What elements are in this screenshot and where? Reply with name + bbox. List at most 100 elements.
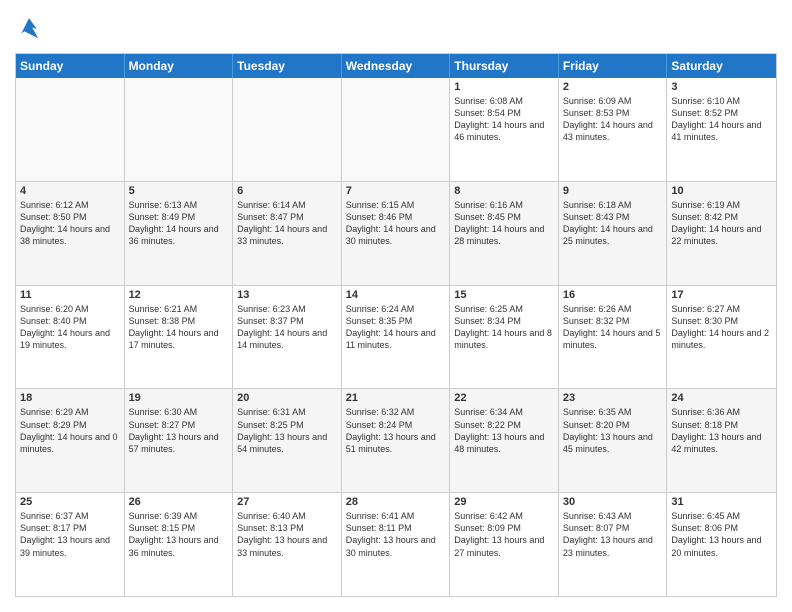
calendar-day-18: 18 Sunrise: 6:29 AM Sunset: 8:29 PM Dayli… <box>16 389 125 492</box>
calendar-empty-cell <box>125 78 234 181</box>
calendar-header-tuesday: Tuesday <box>233 54 342 78</box>
day-number: 12 <box>129 289 229 301</box>
day-info: Sunrise: 6:09 AM Sunset: 8:53 PM Dayligh… <box>563 95 663 144</box>
logo-bird-icon <box>15 15 43 43</box>
calendar-day-13: 13Sunrise: 6:23 AM Sunset: 8:37 PM Dayli… <box>233 286 342 389</box>
logo <box>15 15 47 43</box>
calendar-day-9: 9Sunrise: 6:18 AM Sunset: 8:43 PM Daylig… <box>559 182 668 285</box>
calendar-header-friday: Friday <box>559 54 668 78</box>
day-number: 31 <box>671 496 772 508</box>
day-number: 17 <box>671 289 772 301</box>
calendar-day-30: 30 Sunrise: 6:43 AM Sunset: 8:07 PM Dayli… <box>559 493 668 596</box>
calendar-day-4: 4 Sunrise: 6:12 AM Sunset: 8:50 PM Daylig… <box>16 182 125 285</box>
calendar-day-23: 23 Sunrise: 6:35 AM Sunset: 8:20 PM Dayli… <box>559 389 668 492</box>
page: SundayMondayTuesdayWednesdayThursdayFrid… <box>0 0 792 612</box>
day-info: Sunrise: 6:15 AM Sunset: 8:46 PM Dayligh… <box>346 199 446 248</box>
calendar-day-31: 31 Sunrise: 6:45 AM Sunset: 8:06 PM Dayli… <box>667 493 776 596</box>
calendar-week-3: 11 Sunrise: 6:20 AM Sunset: 8:40 PM Dayli… <box>16 286 776 390</box>
calendar-header-thursday: Thursday <box>450 54 559 78</box>
calendar-header-saturday: Saturday <box>667 54 776 78</box>
day-info: Sunrise: 6:42 AM Sunset: 8:09 PM Dayligh… <box>454 510 554 559</box>
calendar-day-15: 15Sunrise: 6:25 AM Sunset: 8:34 PM Dayli… <box>450 286 559 389</box>
day-info: Sunrise: 6:14 AM Sunset: 8:47 PM Dayligh… <box>237 199 337 248</box>
day-number: 2 <box>563 81 663 93</box>
calendar-header-sunday: Sunday <box>16 54 125 78</box>
day-info: Sunrise: 6:24 AM Sunset: 8:35 PM Dayligh… <box>346 303 446 352</box>
day-info: Sunrise: 6:10 AM Sunset: 8:52 PM Dayligh… <box>671 95 772 144</box>
day-number: 7 <box>346 185 446 197</box>
calendar-empty-cell <box>342 78 451 181</box>
calendar-day-6: 6 Sunrise: 6:14 AM Sunset: 8:47 PM Daylig… <box>233 182 342 285</box>
calendar-day-12: 12 Sunrise: 6:21 AM Sunset: 8:38 PM Dayli… <box>125 286 234 389</box>
day-info: Sunrise: 6:35 AM Sunset: 8:20 PM Dayligh… <box>563 406 663 455</box>
calendar-header-monday: Monday <box>125 54 234 78</box>
calendar-day-17: 17 Sunrise: 6:27 AM Sunset: 8:30 PM Dayli… <box>667 286 776 389</box>
day-info: Sunrise: 6:19 AM Sunset: 8:42 PM Dayligh… <box>671 199 772 248</box>
day-info: Sunrise: 6:30 AM Sunset: 8:27 PM Dayligh… <box>129 406 229 455</box>
calendar-day-2: 2 Sunrise: 6:09 AM Sunset: 8:53 PM Daylig… <box>559 78 668 181</box>
calendar-day-16: 16Sunrise: 6:26 AM Sunset: 8:32 PM Dayli… <box>559 286 668 389</box>
day-number: 20 <box>237 392 337 404</box>
calendar-week-1: 1 Sunrise: 6:08 AM Sunset: 8:54 PM Daylig… <box>16 78 776 182</box>
day-number: 18 <box>20 392 120 404</box>
day-info: Sunrise: 6:20 AM Sunset: 8:40 PM Dayligh… <box>20 303 120 352</box>
day-info: Sunrise: 6:36 AM Sunset: 8:18 PM Dayligh… <box>671 406 772 455</box>
day-number: 25 <box>20 496 120 508</box>
day-number: 4 <box>20 185 120 197</box>
calendar-empty-cell <box>16 78 125 181</box>
day-number: 19 <box>129 392 229 404</box>
day-info: Sunrise: 6:16 AM Sunset: 8:45 PM Dayligh… <box>454 199 554 248</box>
day-number: 11 <box>20 289 120 301</box>
calendar-body: 1 Sunrise: 6:08 AM Sunset: 8:54 PM Daylig… <box>16 78 776 596</box>
day-info: Sunrise: 6:40 AM Sunset: 8:13 PM Dayligh… <box>237 510 337 559</box>
header <box>15 15 777 43</box>
calendar-day-27: 27 Sunrise: 6:40 AM Sunset: 8:13 PM Dayli… <box>233 493 342 596</box>
day-info: Sunrise: 6:34 AM Sunset: 8:22 PM Dayligh… <box>454 406 554 455</box>
day-number: 30 <box>563 496 663 508</box>
day-info: Sunrise: 6:43 AM Sunset: 8:07 PM Dayligh… <box>563 510 663 559</box>
calendar-day-28: 28Sunrise: 6:41 AM Sunset: 8:11 PM Dayli… <box>342 493 451 596</box>
day-info: Sunrise: 6:08 AM Sunset: 8:54 PM Dayligh… <box>454 95 554 144</box>
day-number: 6 <box>237 185 337 197</box>
day-number: 10 <box>671 185 772 197</box>
day-number: 14 <box>346 289 446 301</box>
day-info: Sunrise: 6:12 AM Sunset: 8:50 PM Dayligh… <box>20 199 120 248</box>
calendar-day-10: 10 Sunrise: 6:19 AM Sunset: 8:42 PM Dayli… <box>667 182 776 285</box>
day-info: Sunrise: 6:13 AM Sunset: 8:49 PM Dayligh… <box>129 199 229 248</box>
calendar-empty-cell <box>233 78 342 181</box>
day-number: 3 <box>671 81 772 93</box>
day-number: 1 <box>454 81 554 93</box>
day-info: Sunrise: 6:37 AM Sunset: 8:17 PM Dayligh… <box>20 510 120 559</box>
day-info: Sunrise: 6:26 AM Sunset: 8:32 PM Dayligh… <box>563 303 663 352</box>
calendar-day-22: 22 Sunrise: 6:34 AM Sunset: 8:22 PM Dayli… <box>450 389 559 492</box>
day-number: 13 <box>237 289 337 301</box>
calendar-day-14: 14 Sunrise: 6:24 AM Sunset: 8:35 PM Dayli… <box>342 286 451 389</box>
calendar-day-7: 7 Sunrise: 6:15 AM Sunset: 8:46 PM Daylig… <box>342 182 451 285</box>
calendar-day-1: 1 Sunrise: 6:08 AM Sunset: 8:54 PM Daylig… <box>450 78 559 181</box>
day-info: Sunrise: 6:31 AM Sunset: 8:25 PM Dayligh… <box>237 406 337 455</box>
day-info: Sunrise: 6:21 AM Sunset: 8:38 PM Dayligh… <box>129 303 229 352</box>
calendar-day-3: 3 Sunrise: 6:10 AM Sunset: 8:52 PM Daylig… <box>667 78 776 181</box>
day-number: 22 <box>454 392 554 404</box>
calendar: SundayMondayTuesdayWednesdayThursdayFrid… <box>15 53 777 597</box>
calendar-day-20: 20 Sunrise: 6:31 AM Sunset: 8:25 PM Dayli… <box>233 389 342 492</box>
calendar-week-2: 4 Sunrise: 6:12 AM Sunset: 8:50 PM Daylig… <box>16 182 776 286</box>
day-number: 27 <box>237 496 337 508</box>
day-number: 24 <box>671 392 772 404</box>
day-info: Sunrise: 6:45 AM Sunset: 8:06 PM Dayligh… <box>671 510 772 559</box>
day-info: Sunrise: 6:29 AM Sunset: 8:29 PM Dayligh… <box>20 406 120 455</box>
day-number: 23 <box>563 392 663 404</box>
calendar-header: SundayMondayTuesdayWednesdayThursdayFrid… <box>16 54 776 78</box>
day-info: Sunrise: 6:18 AM Sunset: 8:43 PM Dayligh… <box>563 199 663 248</box>
calendar-day-21: 21Sunrise: 6:32 AM Sunset: 8:24 PM Dayli… <box>342 389 451 492</box>
calendar-day-19: 19 Sunrise: 6:30 AM Sunset: 8:27 PM Dayli… <box>125 389 234 492</box>
day-number: 26 <box>129 496 229 508</box>
day-number: 28 <box>346 496 446 508</box>
day-info: Sunrise: 6:27 AM Sunset: 8:30 PM Dayligh… <box>671 303 772 352</box>
day-number: 8 <box>454 185 554 197</box>
calendar-day-25: 25 Sunrise: 6:37 AM Sunset: 8:17 PM Dayli… <box>16 493 125 596</box>
day-number: 29 <box>454 496 554 508</box>
day-number: 15 <box>454 289 554 301</box>
calendar-week-4: 18 Sunrise: 6:29 AM Sunset: 8:29 PM Dayli… <box>16 389 776 493</box>
calendar-day-11: 11 Sunrise: 6:20 AM Sunset: 8:40 PM Dayli… <box>16 286 125 389</box>
